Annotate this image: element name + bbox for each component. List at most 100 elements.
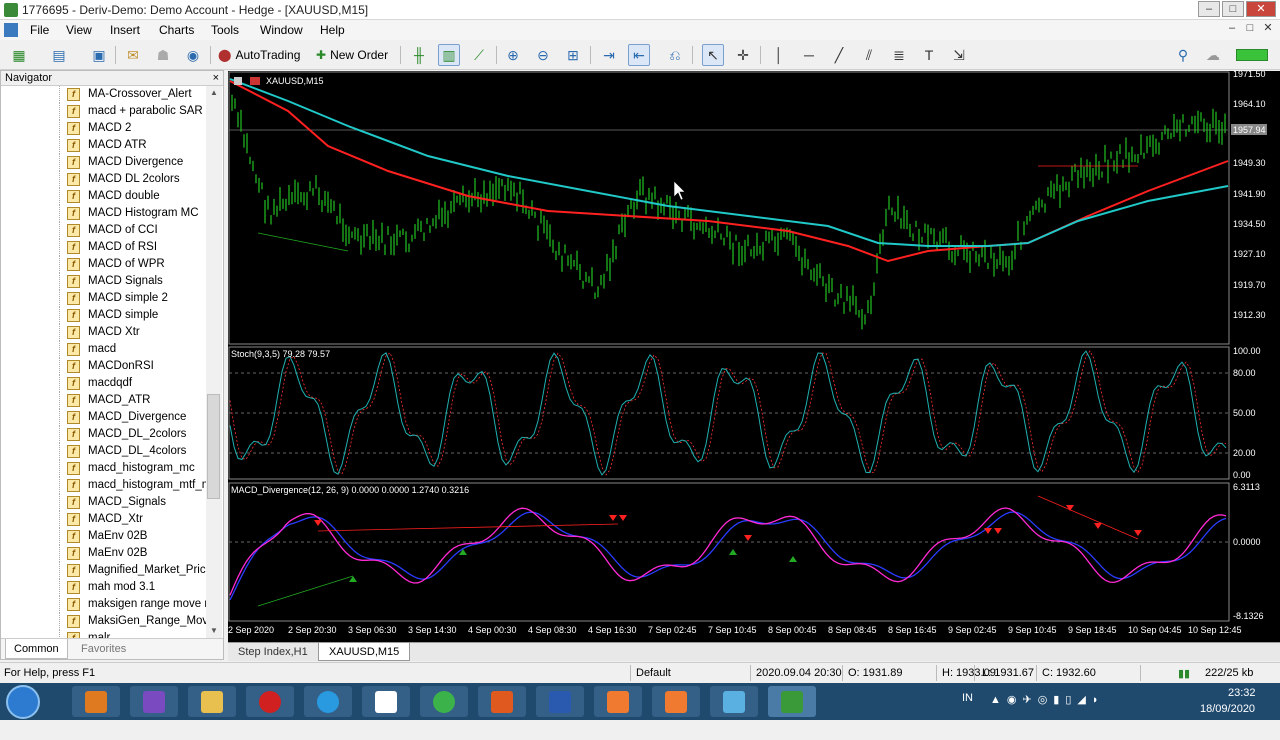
indicator-list-item[interactable]: f MACD_ATR — [1, 392, 206, 409]
tray-language[interactable]: IN — [962, 692, 973, 729]
auto-scroll-icon[interactable]: ⇥ — [598, 44, 620, 66]
zoom-in-icon[interactable]: ⊕ — [502, 44, 524, 66]
indicator-list-item[interactable]: f MACD of RSI — [1, 239, 206, 256]
indicator-list-item[interactable]: f MACD_Signals — [1, 494, 206, 511]
indicator-list-item[interactable]: f MACD Divergence — [1, 154, 206, 171]
profiles-icon[interactable]: ▤ — [48, 44, 70, 66]
indicator-list-item[interactable]: f MaEnv 02B — [1, 545, 206, 562]
scroll-up-icon[interactable]: ▲ — [206, 86, 222, 100]
menu-charts[interactable]: Charts — [159, 23, 194, 37]
indicator-list-item[interactable]: f MACD of WPR — [1, 256, 206, 273]
navigator-close-icon[interactable]: × — [213, 71, 219, 85]
taskbar-camera-icon[interactable] — [652, 686, 700, 717]
chart-canvas[interactable]: XAUUSD,M15 Stoch(9,3,5) 79.28 79.57 MACD_D… — [228, 71, 1280, 649]
indicator-list-item[interactable]: f macdqdf — [1, 375, 206, 392]
taskbar-word-icon[interactable] — [536, 686, 584, 717]
navigator-icon[interactable]: ✉ — [122, 44, 144, 66]
navigator-scrollbar[interactable]: ▲ ▼ — [206, 86, 222, 638]
taskbar-ie-icon[interactable] — [304, 686, 352, 717]
close-button[interactable]: ✕ — [1246, 1, 1276, 17]
candlestick-chart-icon[interactable]: ▥ — [438, 44, 460, 66]
scroll-thumb[interactable] — [207, 394, 220, 499]
line-chart-icon[interactable]: ⟋ — [468, 44, 490, 66]
chat-icon[interactable]: ☁ — [1202, 44, 1224, 66]
tray-icons[interactable]: ▲◉✈◎▮▯◢◗ — [990, 693, 1105, 730]
trendline-icon[interactable]: ╱ — [828, 44, 850, 66]
strategy-tester-icon[interactable]: ◉ — [182, 44, 204, 66]
fibonacci-icon[interactable]: ≣ — [888, 44, 910, 66]
new-chart-icon[interactable]: ▦ — [8, 44, 30, 66]
taskbar-chrome-icon[interactable] — [420, 686, 468, 717]
menu-insert[interactable]: Insert — [110, 23, 140, 37]
indicator-list-item[interactable]: f MACD 2 — [1, 120, 206, 137]
menu-view[interactable]: View — [66, 23, 92, 37]
chart-shift-icon[interactable]: ⇤ — [628, 44, 650, 66]
taskbar-visual-studio-icon[interactable] — [130, 686, 178, 717]
indicator-list-item[interactable]: f MACD_DL_2colors — [1, 426, 206, 443]
zoom-out-icon[interactable]: ⊖ — [532, 44, 554, 66]
indicator-list-item[interactable]: f MACD simple 2 — [1, 290, 206, 307]
autotrading-button[interactable]: ⬤ AutoTrading — [218, 44, 300, 66]
doc-close-button[interactable]: ✕ — [1260, 21, 1276, 37]
scroll-down-icon[interactable]: ▼ — [206, 624, 222, 638]
cursor-icon[interactable]: ↖ — [702, 44, 724, 66]
tab-common[interactable]: Common — [5, 639, 68, 659]
indicator-list-item[interactable]: f MACD DL 2colors — [1, 171, 206, 188]
minimize-button[interactable]: – — [1198, 1, 1220, 17]
doc-maximize-button[interactable]: □ — [1242, 21, 1258, 37]
doc-minimize-button[interactable]: – — [1224, 21, 1240, 37]
indicator-list-item[interactable]: f MACD_Divergence — [1, 409, 206, 426]
menu-window[interactable]: Window — [260, 23, 303, 37]
taskbar-pdf-icon[interactable] — [478, 686, 526, 717]
indicator-list-item[interactable]: f MACD Signals — [1, 273, 206, 290]
menu-file[interactable]: File — [30, 23, 49, 37]
new-order-button[interactable]: ✚ New Order — [316, 44, 388, 66]
taskbar-opera-icon[interactable] — [246, 686, 294, 717]
chart-tab-xauusd[interactable]: XAUUSD,M15 — [318, 643, 411, 661]
indicators-icon[interactable]: ⎌ — [664, 44, 686, 66]
indicator-list-item[interactable]: f MACD_Xtr — [1, 511, 206, 528]
market-watch-icon[interactable]: ▣ — [88, 44, 110, 66]
terminal-icon[interactable]: ☗ — [152, 44, 174, 66]
taskbar-explorer-icon[interactable] — [188, 686, 236, 717]
indicator-list-item[interactable]: f MA-Crossover_Alert — [1, 86, 206, 103]
taskbar-metatrader-icon[interactable] — [768, 686, 816, 717]
equidistant-channel-icon[interactable]: ⫽ — [858, 44, 880, 66]
search-icon[interactable]: ⚲ — [1172, 44, 1194, 66]
crosshair-icon[interactable]: ✛ — [732, 44, 754, 66]
indicator-list-item[interactable]: f MACD_DL_4colors — [1, 443, 206, 460]
tab-favorites[interactable]: Favorites — [73, 639, 134, 659]
arrows-icon[interactable]: ⇲ — [948, 44, 970, 66]
price-chart[interactable]: XAUUSD,M15 Stoch(9,3,5) 79.28 79.57 MACD_D… — [228, 71, 1280, 649]
indicator-list-item[interactable]: f macd_histogram_mc — [1, 460, 206, 477]
menu-help[interactable]: Help — [320, 23, 345, 37]
indicator-list-item[interactable]: f macd + parabolic SAR — [1, 103, 206, 120]
tile-windows-icon[interactable]: ⊞ — [562, 44, 584, 66]
indicator-list-item[interactable]: f MACD ATR — [1, 137, 206, 154]
bar-chart-icon[interactable]: ╫ — [408, 44, 430, 66]
indicator-list-item[interactable]: f MACDonRSI — [1, 358, 206, 375]
maximize-button[interactable]: □ — [1222, 1, 1244, 17]
indicator-list-item[interactable]: f maksigen range move r — [1, 596, 206, 613]
indicator-list-item[interactable]: f macd_histogram_mtf_m — [1, 477, 206, 494]
indicator-list-item[interactable]: f MACD Xtr — [1, 324, 206, 341]
indicator-list-item[interactable]: f Magnified_Market_Price — [1, 562, 206, 579]
indicator-list-item[interactable]: f macd — [1, 341, 206, 358]
indicator-list-item[interactable]: f MACD double — [1, 188, 206, 205]
menu-tools[interactable]: Tools — [211, 23, 239, 37]
taskbar-pen-icon[interactable] — [710, 686, 758, 717]
chart-tab-step-index[interactable]: Step Index,H1 — [228, 643, 318, 661]
indicator-list-item[interactable]: f malr — [1, 630, 206, 638]
start-button-icon[interactable] — [6, 685, 40, 719]
horizontal-line-icon[interactable]: ─ — [798, 44, 820, 66]
taskbar-media-player-icon[interactable] — [72, 686, 120, 717]
vertical-line-icon[interactable]: │ — [768, 44, 790, 66]
taskbar-recorder-icon[interactable] — [594, 686, 642, 717]
taskbar-notepad-icon[interactable] — [362, 686, 410, 717]
indicator-list-item[interactable]: f MaksiGen_Range_Move — [1, 613, 206, 630]
indicator-list-item[interactable]: f MaEnv 02B — [1, 528, 206, 545]
indicator-list-item[interactable]: f MACD Histogram MC — [1, 205, 206, 222]
indicator-list-item[interactable]: f mah mod 3.1 — [1, 579, 206, 596]
indicator-list-item[interactable]: f MACD simple — [1, 307, 206, 324]
indicator-list-item[interactable]: f MACD of CCI — [1, 222, 206, 239]
